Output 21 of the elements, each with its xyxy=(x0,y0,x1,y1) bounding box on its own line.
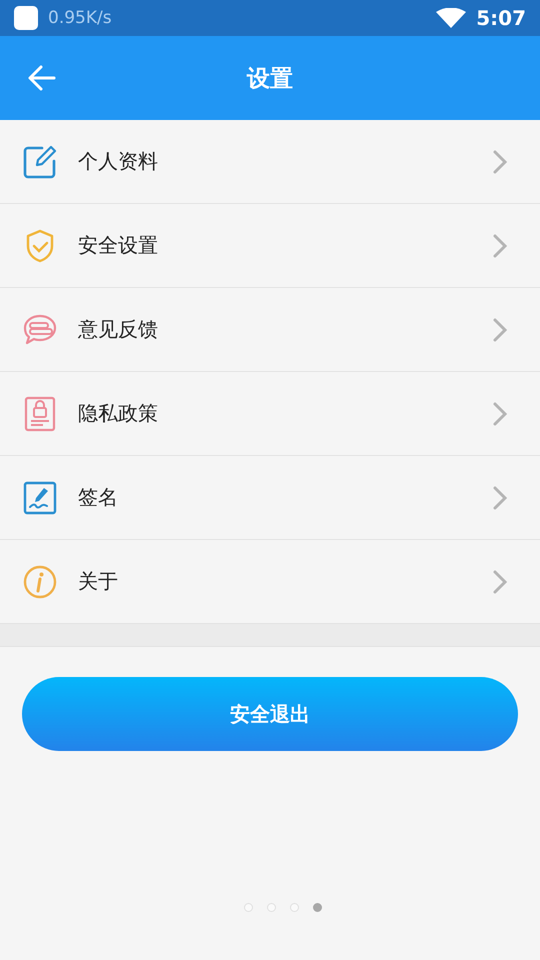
settings-item[interactable]: 意见反馈 xyxy=(0,288,540,372)
signature-icon xyxy=(22,480,58,516)
edit-icon xyxy=(22,144,58,180)
chevron-icon xyxy=(492,148,508,174)
page-title: 设置 xyxy=(247,64,293,94)
lock-document-icon xyxy=(22,396,58,432)
info-icon xyxy=(22,564,58,600)
settings-item[interactable]: 隐私政策 xyxy=(0,372,540,456)
chevron-icon xyxy=(492,484,508,510)
clock: 5:07 xyxy=(476,6,526,30)
settings-item[interactable]: 安全设置 xyxy=(0,204,540,288)
chevron-icon xyxy=(492,568,508,594)
network-speed: 0.95K/s xyxy=(48,8,112,28)
chevron-icon xyxy=(492,232,508,258)
chevron-icon xyxy=(492,400,508,426)
settings-item[interactable]: 个人资料 xyxy=(0,120,540,204)
back-arrow-icon[interactable] xyxy=(28,64,56,92)
app-icon xyxy=(14,6,38,30)
chevron-icon xyxy=(492,316,508,342)
wifi-icon xyxy=(436,8,466,28)
settings-item[interactable]: 签名 xyxy=(0,456,540,540)
